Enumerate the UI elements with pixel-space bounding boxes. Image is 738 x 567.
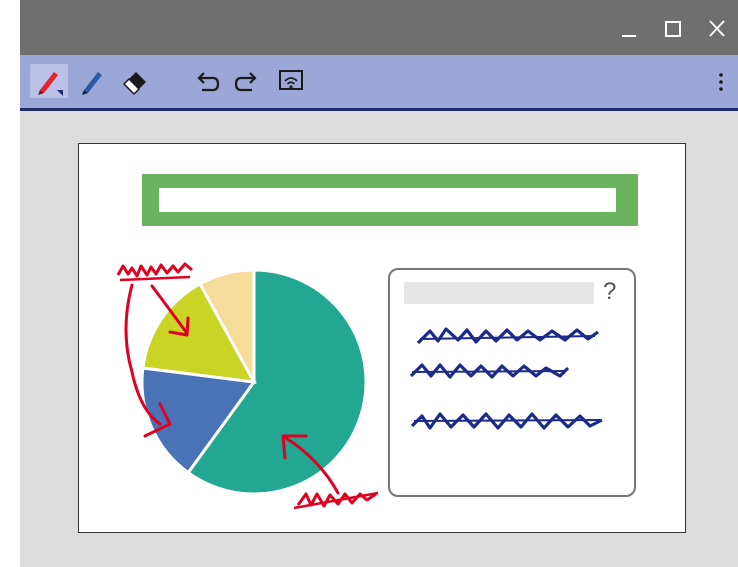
maximize-icon[interactable] [660,14,688,42]
question-placeholder [404,282,594,304]
more-vertical-icon[interactable] [716,69,726,95]
blue-pen-icon [82,72,102,95]
undo-icon [197,72,220,92]
title-bar [20,0,738,55]
red-pen-button[interactable] [30,64,68,98]
undo-button[interactable] [188,64,226,98]
red-pen-icon [38,72,63,96]
redo-button[interactable] [228,64,266,98]
screen-share-button[interactable] [272,64,310,98]
eraser-button[interactable] [116,64,154,98]
eraser-icon [122,72,146,96]
question-card[interactable]: ? [388,268,636,497]
close-icon[interactable] [704,14,732,42]
question-mark: ? [603,278,617,305]
minimize-icon[interactable] [616,14,644,42]
cast-icon [279,70,303,90]
blue-pen-button[interactable] [74,64,112,98]
whiteboard-window: ? [20,0,738,567]
slide-page[interactable]: ? [78,143,686,533]
redo-icon [234,72,257,92]
toolbar [20,55,738,111]
